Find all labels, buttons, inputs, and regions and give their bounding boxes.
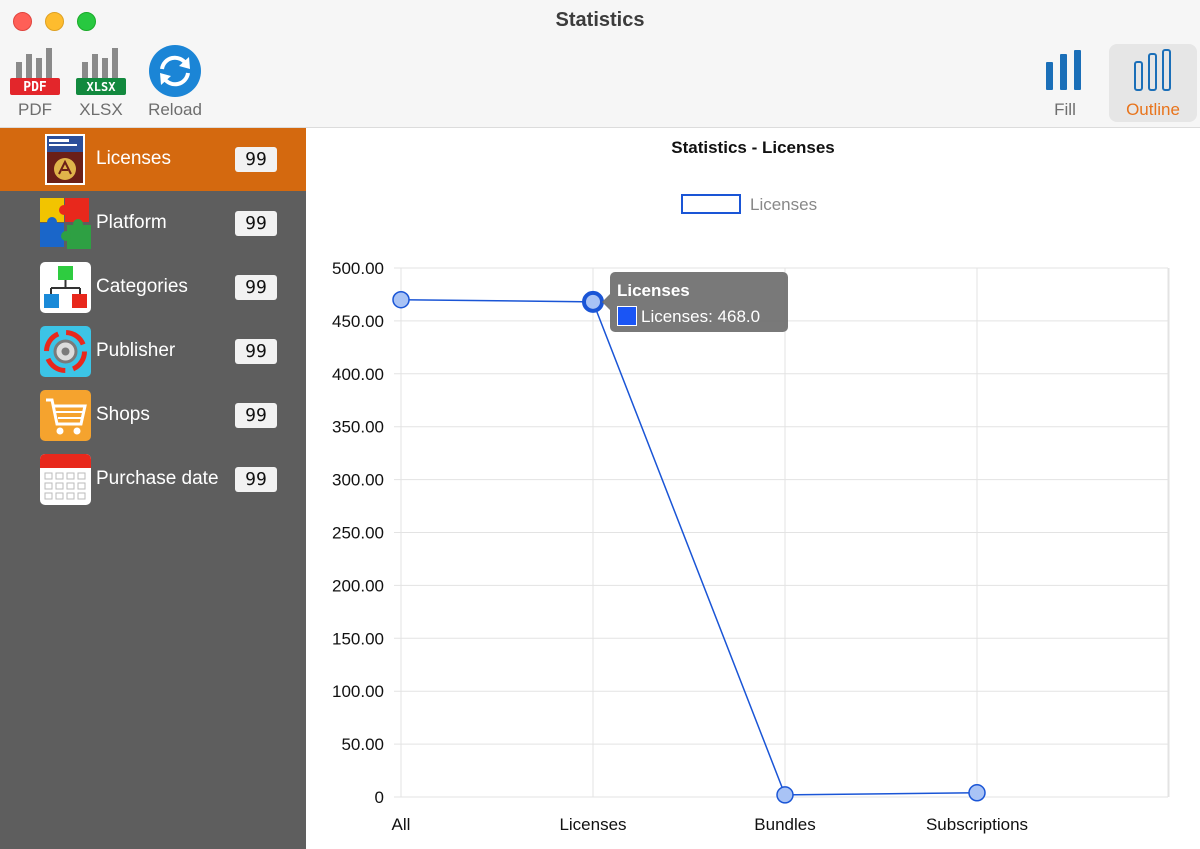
sidebar-item-licenses[interactable]: Licenses 99 xyxy=(0,128,306,191)
fill-view-button[interactable]: Fill xyxy=(1030,44,1100,124)
chart-tooltip: Licenses Licenses: 468.0 xyxy=(602,272,788,332)
count-badge: 99 xyxy=(235,211,277,236)
sidebar-item-label: Licenses xyxy=(96,148,171,169)
tooltip-swatch xyxy=(617,306,637,326)
gear-icon xyxy=(40,326,91,377)
y-tick-label: 150.00 xyxy=(332,629,384,648)
sidebar-item-label: Platform xyxy=(96,212,167,233)
xlsx-badge-text: XLSX xyxy=(87,80,117,94)
data-point xyxy=(582,290,604,313)
y-tick-label: 400.00 xyxy=(332,365,384,384)
count-badge: 99 xyxy=(235,403,277,428)
count-badge: 99 xyxy=(235,275,277,300)
y-tick-label: 50.00 xyxy=(341,735,384,754)
outline-bars-icon xyxy=(1126,44,1180,98)
data-point xyxy=(776,786,794,804)
line-chart[interactable]: 0 50.00 100.00 150.00 200.00 250.00 300.00 350.… xyxy=(306,128,1200,849)
y-tick-label: 300.00 xyxy=(332,471,384,490)
fill-label: Fill xyxy=(1054,100,1076,119)
count-badge: 99 xyxy=(235,467,277,492)
y-tick-label: 100.00 xyxy=(332,682,384,701)
sidebar-item-platform[interactable]: Platform 99 xyxy=(0,192,306,256)
x-tick-label: Subscriptions xyxy=(926,815,1028,834)
export-xlsx-button[interactable]: XLSX XLSX xyxy=(66,44,136,124)
sidebar-item-purchase-date[interactable]: Purchase date 99 xyxy=(0,448,306,512)
sidebar-item-label: Purchase date xyxy=(96,468,219,489)
reload-label: Reload xyxy=(148,100,202,119)
pdf-export-icon: PDF xyxy=(8,44,62,98)
x-tick-label: Bundles xyxy=(754,815,815,834)
sidebar-item-shops[interactable]: Shops 99 xyxy=(0,384,306,448)
pdf-label: PDF xyxy=(18,100,52,119)
data-point xyxy=(968,784,986,802)
reload-button[interactable]: Reload xyxy=(140,44,210,124)
export-pdf-button[interactable]: PDF PDF xyxy=(0,44,70,124)
y-tick-label: 350.00 xyxy=(332,418,384,437)
xlsx-label: XLSX xyxy=(79,100,123,119)
title-bar: Statistics PDF PDF XLSX XLSX Reload Fill… xyxy=(0,0,1200,128)
puzzle-icon xyxy=(40,198,91,249)
chart-panel: Statistics - Licenses Licenses 0 50.00 100… xyxy=(306,128,1200,849)
pdf-badge-text: PDF xyxy=(23,80,47,95)
y-tick-label: 0 xyxy=(375,788,384,807)
count-badge: 99 xyxy=(235,339,277,364)
filled-bars-icon xyxy=(1038,44,1092,98)
x-tick-label: All xyxy=(392,815,411,834)
window-title: Statistics xyxy=(555,9,645,31)
reload-icon xyxy=(148,44,202,98)
tooltip-arrow xyxy=(602,294,610,310)
calendar-icon xyxy=(40,454,91,505)
y-tick-label: 250.00 xyxy=(332,524,384,543)
outline-view-button[interactable]: Outline xyxy=(1109,44,1197,122)
x-tick-label: Licenses xyxy=(559,815,626,834)
y-tick-label: 450.00 xyxy=(332,312,384,331)
xlsx-export-icon: XLSX xyxy=(74,44,128,98)
tooltip-value: Licenses: 468.0 xyxy=(641,307,761,326)
sidebar-item-categories[interactable]: Categories 99 xyxy=(0,256,306,320)
outline-label: Outline xyxy=(1126,100,1180,119)
cart-icon xyxy=(40,390,91,441)
sidebar-item-publisher[interactable]: Publisher 99 xyxy=(0,320,306,384)
y-tick-label: 200.00 xyxy=(332,576,384,595)
sidebar-item-label: Shops xyxy=(96,404,150,425)
data-point xyxy=(392,290,410,309)
hierarchy-icon xyxy=(40,262,91,313)
license-manager-icon xyxy=(45,134,85,185)
tooltip-title: Licenses xyxy=(617,281,690,300)
y-tick-label: 500.00 xyxy=(332,259,384,278)
sidebar-item-label: Publisher xyxy=(96,340,176,361)
sidebar: Licenses 99 Platform 99 Categories 99 Pu… xyxy=(0,128,306,849)
sidebar-item-label: Categories xyxy=(96,276,188,297)
count-badge: 99 xyxy=(235,147,277,172)
